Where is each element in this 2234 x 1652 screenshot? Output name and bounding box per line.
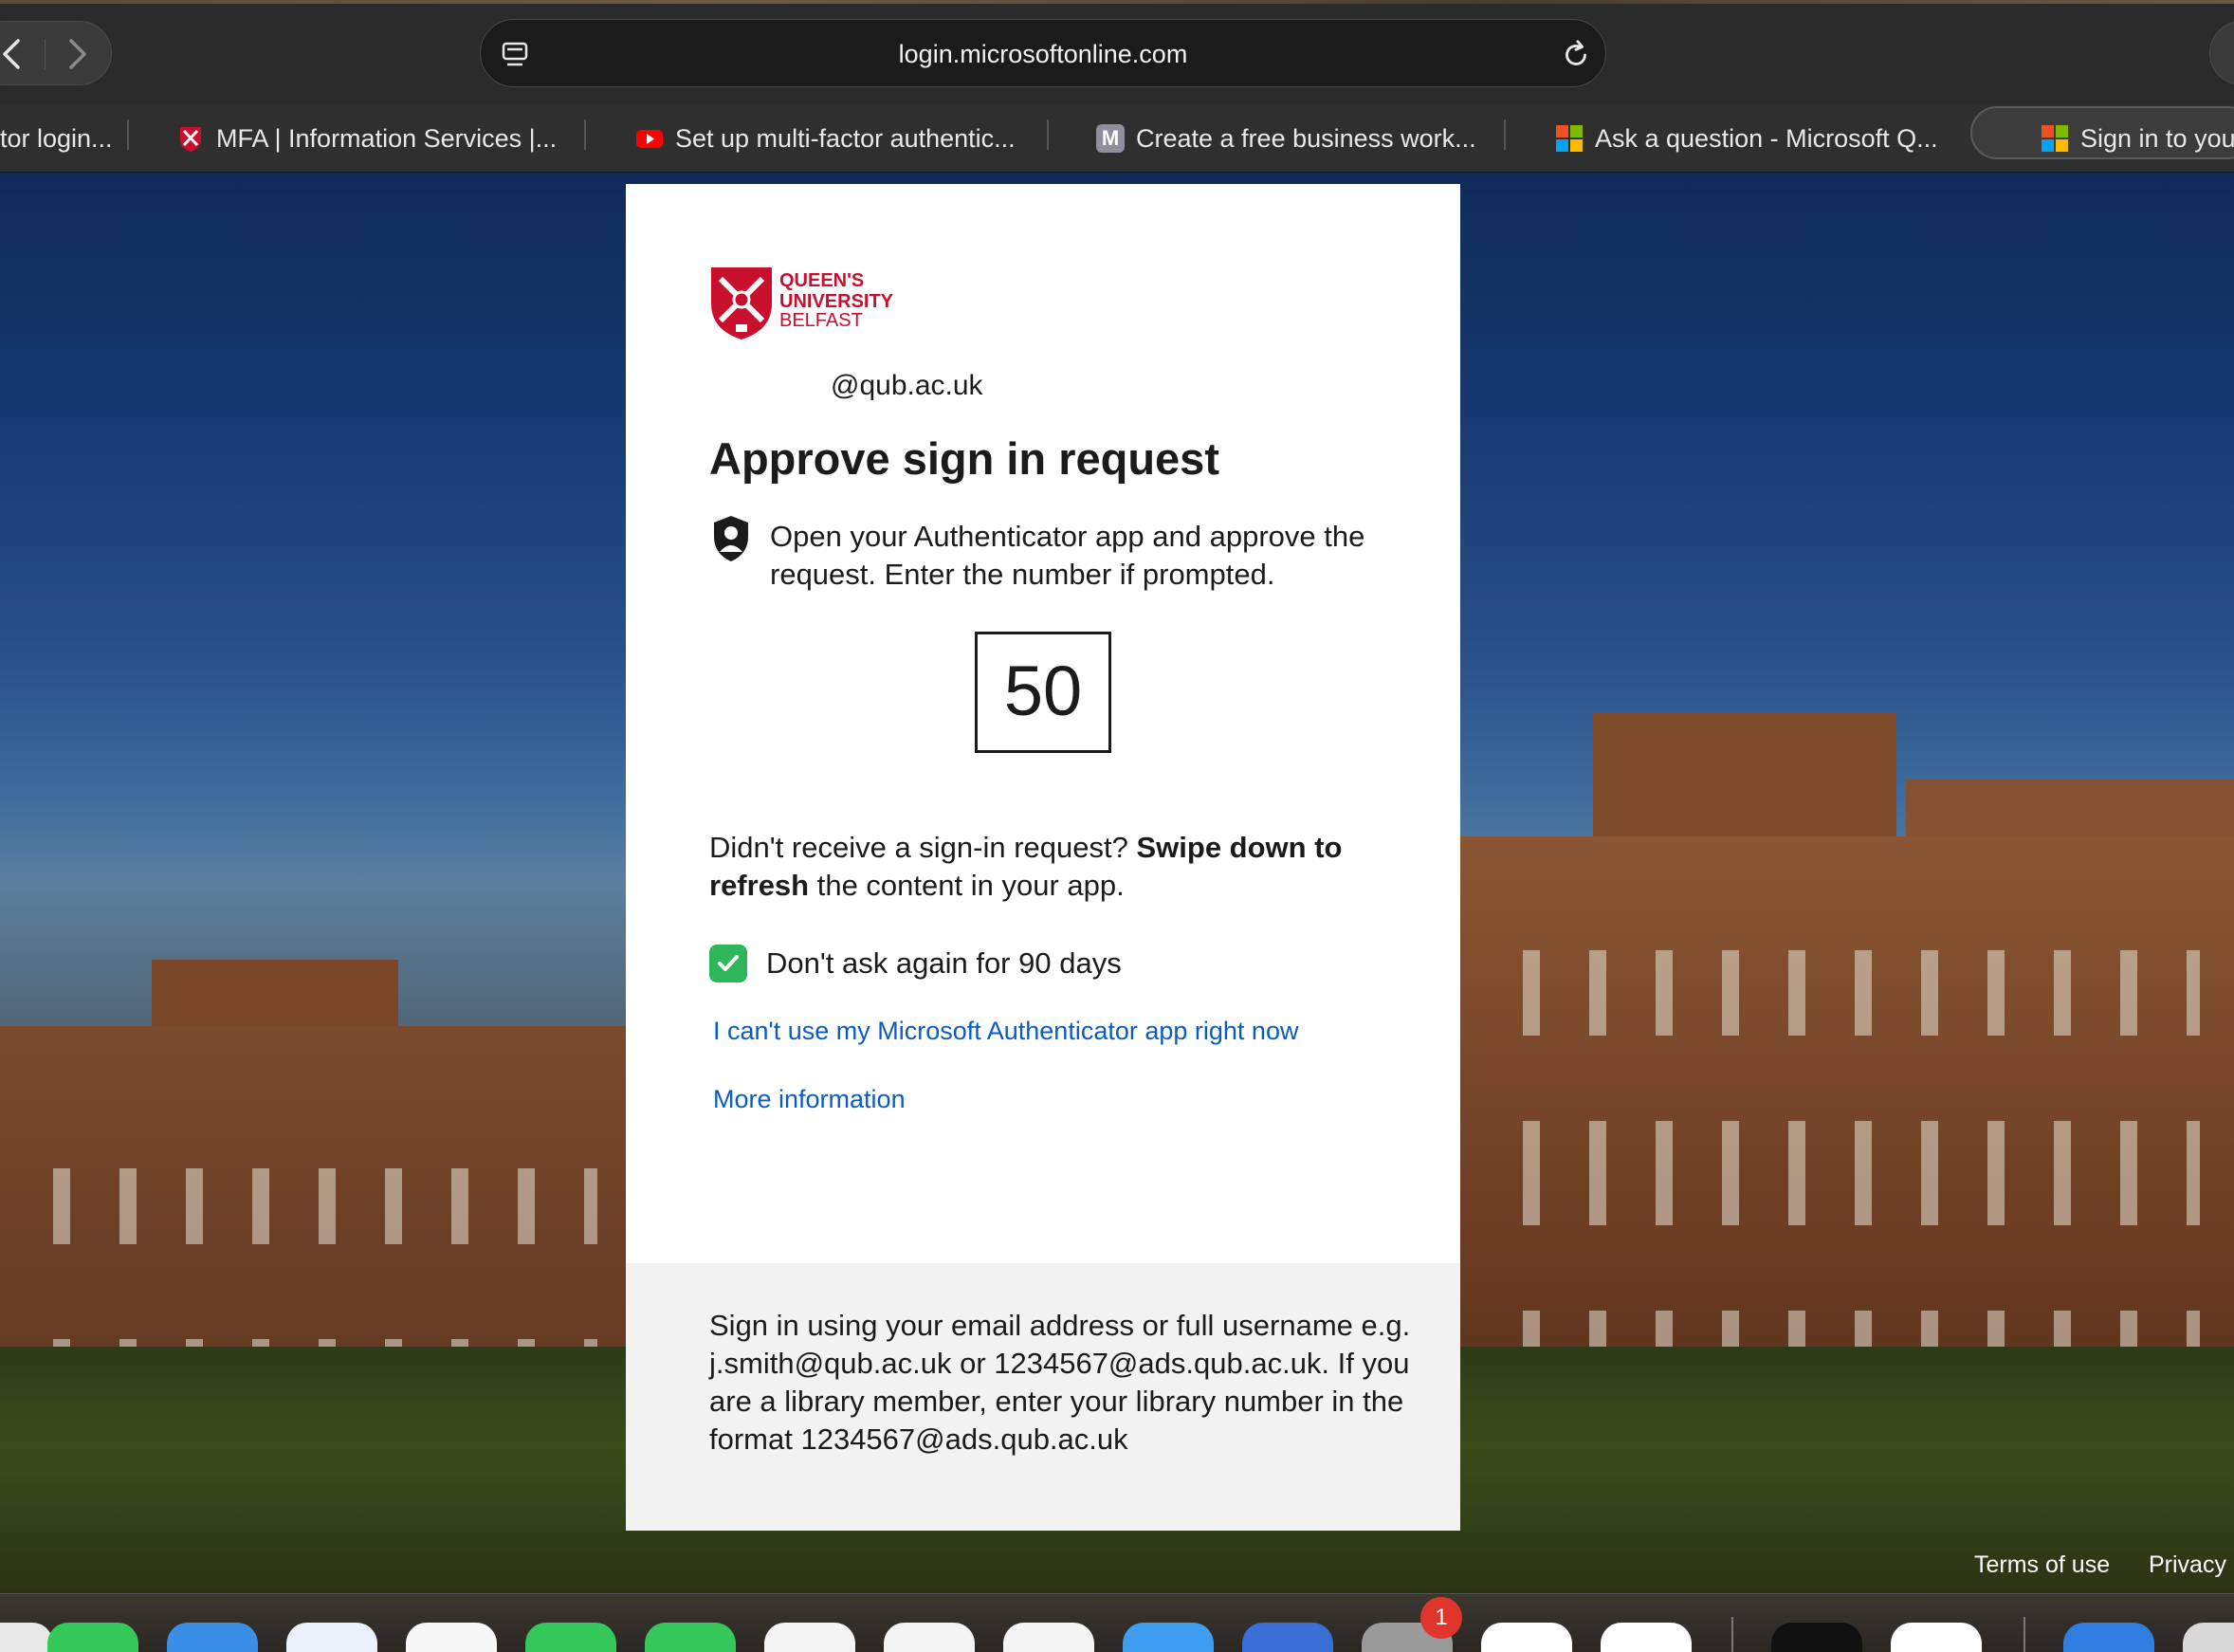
dock-facebook-icon[interactable] — [1242, 1623, 1333, 1652]
macos-dock — [0, 1593, 2234, 1652]
dock-spotify-icon[interactable] — [1771, 1623, 1862, 1652]
dock-finder-icon[interactable] — [0, 1623, 53, 1652]
dock-app-icon[interactable] — [1891, 1623, 1982, 1652]
remember-option: Don't ask again for 90 days — [709, 943, 1122, 984]
tab-label: MFA | Information Services |... — [216, 123, 558, 153]
page-title: Approve sign in request — [709, 433, 1219, 484]
didnt-receive-text: Didn't receive a sign-in request? Swipe … — [709, 829, 1411, 905]
privacy-link[interactable]: Privacy — [2149, 1551, 2226, 1579]
browser-toolbar: login.microsoftonline.com — [0, 0, 2234, 104]
didnt-receive-suffix: the content in your app. — [809, 869, 1125, 902]
dock-freeform-icon[interactable] — [1003, 1623, 1094, 1652]
dock-separator — [1731, 1617, 1733, 1652]
dock-trash-icon[interactable] — [2183, 1623, 2234, 1652]
signin-help-footer: Sign in using your email address or full… — [626, 1263, 1460, 1531]
tab-tor-login[interactable]: tor login... — [0, 112, 114, 165]
logo-line-2: UNIVERSITY — [779, 291, 894, 312]
authenticator-lock-icon — [714, 516, 748, 561]
window-top-strip — [0, 0, 2234, 4]
logo-line-3: BELFAST — [779, 310, 863, 331]
tab-create-business-work[interactable]: M Create a free business work... — [1096, 112, 1485, 165]
dock-folder-icon[interactable] — [2063, 1623, 2154, 1652]
dock-netflix-icon[interactable] — [1481, 1623, 1572, 1652]
dock-calendar-icon[interactable] — [764, 1623, 855, 1652]
remember-checkbox[interactable] — [709, 945, 747, 982]
tab-ask-a-question[interactable]: Ask a question - Microsoft Q... — [1555, 112, 1953, 165]
more-information-link[interactable]: More information — [713, 1085, 906, 1114]
building-windows — [1498, 1121, 2200, 1225]
cant-use-authenticator-link[interactable]: I can't use my Microsoft Authenticator a… — [713, 1017, 1298, 1046]
dock-mail-icon[interactable] — [167, 1623, 258, 1652]
qub-logo: QUEEN'S UNIVERSITY BELFAST — [711, 267, 894, 340]
remember-label[interactable]: Don't ask again for 90 days — [766, 946, 1122, 981]
signin-card: QUEEN'S UNIVERSITY BELFAST @qub.ac.uk Ap… — [626, 184, 1460, 1531]
tab-label: Set up multi-factor authentic... — [675, 123, 1016, 153]
terms-of-use-link[interactable]: Terms of use — [1974, 1551, 2110, 1579]
tab-label: Sign in to you — [2080, 123, 2234, 153]
reload-icon[interactable] — [1558, 37, 1594, 73]
dock-separator — [2023, 1617, 2025, 1652]
dock-photos-icon[interactable] — [406, 1623, 497, 1652]
didnt-receive-prefix: Didn't receive a sign-in request? — [709, 831, 1137, 864]
tab-label: Create a free business work... — [1136, 123, 1476, 153]
chevron-right-icon — [69, 39, 86, 69]
dock-phone-icon[interactable] — [645, 1623, 736, 1652]
logo-line-1: QUEEN'S — [779, 270, 864, 291]
building-windows — [28, 1168, 597, 1244]
dock-facetime-icon[interactable] — [525, 1623, 616, 1652]
m-letter-icon: M — [1096, 124, 1125, 153]
tab-separator — [584, 119, 586, 150]
tab-mfa-information-services[interactable]: MFA | Information Services |... — [176, 112, 575, 165]
checkmark-icon — [718, 955, 739, 971]
building-windows — [1498, 950, 2200, 1036]
chevron-left-icon — [3, 39, 20, 69]
tab-separator — [127, 119, 129, 150]
sidebar-toggle-button[interactable] — [2209, 21, 2234, 85]
dock-safari-icon[interactable] — [286, 1623, 377, 1652]
nav-separator — [45, 39, 46, 69]
navigation-controls — [0, 21, 112, 85]
dock-pinterest-icon[interactable] — [1601, 1623, 1692, 1652]
dock-app-store-icon[interactable] — [1123, 1623, 1214, 1652]
dock-reminders-icon[interactable] — [884, 1623, 975, 1652]
microsoft-logo-icon — [1556, 125, 1583, 152]
tab-set-up-mfa[interactable]: Set up multi-factor authentic... — [635, 112, 1034, 165]
tab-separator — [1504, 119, 1506, 150]
number-match-display: 50 — [975, 632, 1111, 753]
qub-crest-icon — [180, 127, 201, 152]
back-button[interactable] — [0, 35, 31, 73]
youtube-icon — [636, 130, 663, 148]
forward-button[interactable] — [58, 35, 96, 73]
address-bar[interactable]: login.microsoftonline.com — [480, 19, 1606, 87]
tab-sign-in-active[interactable]: Sign in to you — [2041, 112, 2234, 165]
tab-label: Ask a question - Microsoft Q... — [1595, 123, 1938, 153]
microsoft-logo-icon — [2042, 125, 2068, 152]
signin-help-text: Sign in using your email address or full… — [709, 1309, 1411, 1456]
tab-label: tor login... — [0, 123, 113, 153]
dock-messages-icon[interactable] — [47, 1623, 138, 1652]
notification-badge: 1 — [1420, 1597, 1462, 1639]
tab-separator — [1047, 119, 1049, 150]
url-text[interactable]: login.microsoftonline.com — [481, 20, 1605, 88]
qub-crest-icon — [711, 267, 772, 340]
account-username: @qub.ac.uk — [831, 370, 983, 401]
instruction-text: Open your Authenticator app and approve … — [770, 520, 1365, 591]
